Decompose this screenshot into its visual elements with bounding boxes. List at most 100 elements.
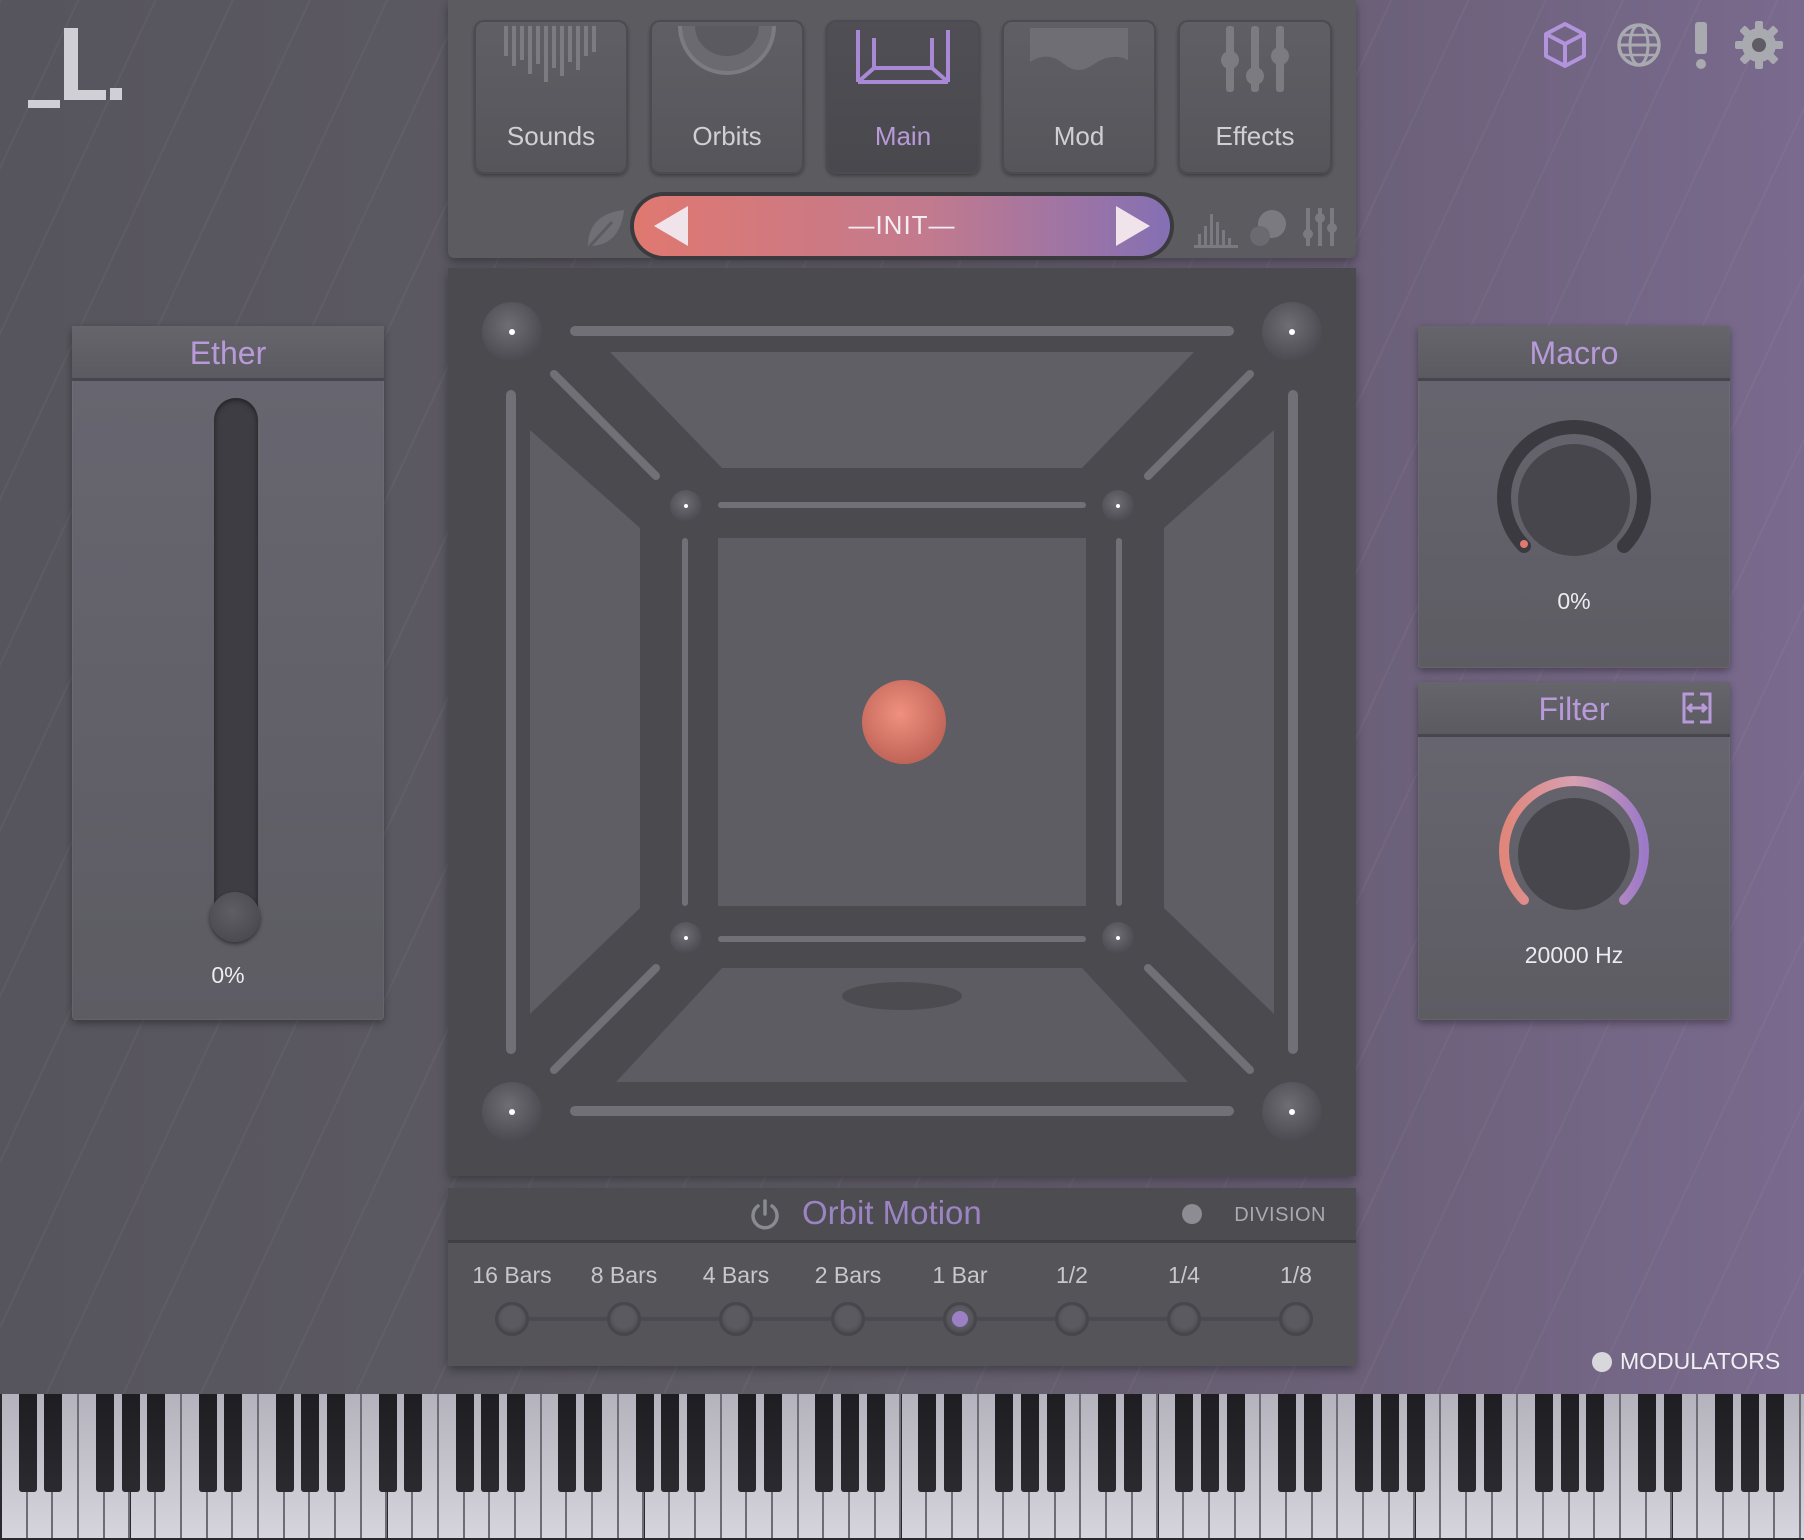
black-key[interactable] — [95, 1394, 114, 1492]
orbit-motion-panel: Orbit Motion DIVISION 16 Bars 8 Bars 4 Bar… — [448, 1188, 1356, 1366]
division-label: DIVISION — [1234, 1204, 1326, 1226]
black-key[interactable] — [481, 1394, 500, 1492]
black-key[interactable] — [1740, 1394, 1759, 1492]
black-key[interactable] — [1714, 1394, 1733, 1492]
tab-mod[interactable]: Mod — [1002, 20, 1156, 174]
division-step-radio[interactable] — [719, 1302, 753, 1336]
black-key[interactable] — [661, 1394, 680, 1492]
division-step-radio[interactable] — [1055, 1302, 1089, 1336]
black-key[interactable] — [1406, 1394, 1425, 1492]
black-key[interactable] — [275, 1394, 294, 1492]
cube-icon[interactable] — [1538, 18, 1592, 72]
black-key[interactable] — [18, 1394, 37, 1492]
division-step-radio[interactable] — [831, 1302, 865, 1336]
division-step-radio[interactable] — [1279, 1302, 1313, 1336]
black-key[interactable] — [1200, 1394, 1219, 1492]
piano-keyboard[interactable] — [0, 1394, 1804, 1540]
black-key[interactable] — [1278, 1394, 1296, 1492]
black-key[interactable] — [44, 1394, 63, 1492]
black-key[interactable] — [635, 1394, 654, 1492]
orbits-icon — [678, 25, 776, 75]
xy-pad-graphic — [482, 302, 1322, 1142]
black-key[interactable] — [1098, 1394, 1117, 1492]
tab-mod-label: Mod — [1053, 121, 1105, 151]
leaf-icon[interactable] — [582, 206, 628, 252]
black-key[interactable] — [841, 1394, 860, 1492]
alert-icon[interactable] — [1674, 18, 1728, 72]
division-step-radio[interactable] — [1167, 1302, 1201, 1336]
tab-main[interactable]: Main — [826, 20, 980, 174]
black-key[interactable] — [327, 1394, 346, 1492]
black-key[interactable] — [1535, 1394, 1553, 1492]
black-key[interactable] — [1457, 1394, 1476, 1492]
black-key[interactable] — [121, 1394, 140, 1492]
black-key[interactable] — [584, 1394, 603, 1492]
black-key[interactable] — [1766, 1394, 1785, 1492]
black-key[interactable] — [558, 1394, 577, 1492]
black-key[interactable] — [1123, 1394, 1142, 1492]
black-key[interactable] — [815, 1394, 834, 1492]
black-key[interactable] — [1663, 1394, 1682, 1492]
black-key[interactable] — [918, 1394, 937, 1492]
next-preset-button[interactable] — [1110, 204, 1154, 248]
gear-icon[interactable] — [1732, 18, 1786, 72]
division-step-label: 1/4 — [1168, 1262, 1200, 1288]
black-key[interactable] — [1303, 1394, 1322, 1492]
black-key[interactable] — [404, 1394, 423, 1492]
black-key[interactable] — [507, 1394, 525, 1492]
black-key[interactable] — [1586, 1394, 1605, 1492]
preset-name: —INIT— — [848, 210, 956, 240]
globe-icon[interactable] — [1612, 18, 1666, 72]
division-toggle[interactable] — [1182, 1204, 1202, 1224]
filter-link-icon[interactable] — [1680, 690, 1714, 726]
black-key[interactable] — [224, 1394, 243, 1492]
filter-knob[interactable] — [1494, 774, 1654, 934]
tab-orbits[interactable]: Orbits — [650, 20, 804, 174]
mixer-icon[interactable] — [1300, 206, 1340, 248]
tab-sounds[interactable]: Sounds — [474, 20, 628, 174]
black-key[interactable] — [378, 1394, 397, 1492]
division-step-radio[interactable] — [607, 1302, 641, 1336]
sounds-icon — [504, 26, 596, 82]
ether-panel: Ether 0% — [72, 326, 384, 1020]
black-key[interactable] — [1226, 1394, 1245, 1492]
macro-header: Macro — [1418, 326, 1730, 381]
black-key[interactable] — [1483, 1394, 1502, 1492]
black-key[interactable] — [1637, 1394, 1656, 1492]
black-key[interactable] — [147, 1394, 166, 1492]
ether-slider-track[interactable] — [214, 398, 258, 932]
power-icon[interactable] — [748, 1198, 782, 1232]
macro-knob[interactable] — [1494, 420, 1654, 580]
black-key[interactable] — [1021, 1394, 1039, 1492]
black-key[interactable] — [1380, 1394, 1399, 1492]
black-key[interactable] — [1046, 1394, 1065, 1492]
division-step-label: 16 Bars — [472, 1262, 552, 1288]
xy-pad[interactable] — [448, 268, 1356, 1176]
division-step-label: 1 Bar — [932, 1262, 988, 1288]
division-step-radio[interactable] — [943, 1302, 977, 1336]
black-key[interactable] — [866, 1394, 885, 1492]
orbit-orb[interactable] — [862, 680, 946, 764]
tab-sounds-label: Sounds — [506, 121, 596, 151]
black-key[interactable] — [1355, 1394, 1374, 1492]
black-key[interactable] — [738, 1394, 757, 1492]
division-step-radio[interactable] — [495, 1302, 529, 1336]
modulators-toggle[interactable] — [1592, 1352, 1612, 1372]
black-key[interactable] — [1175, 1394, 1194, 1492]
preset-selector[interactable]: —INIT— — [634, 196, 1170, 256]
tab-effects[interactable]: Effects — [1178, 20, 1332, 174]
black-key[interactable] — [455, 1394, 474, 1492]
black-key[interactable] — [198, 1394, 217, 1492]
division-step-label: 8 Bars — [590, 1262, 658, 1288]
black-key[interactable] — [301, 1394, 320, 1492]
black-key[interactable] — [764, 1394, 782, 1492]
ether-slider-handle[interactable] — [210, 892, 260, 942]
spectrum-icon[interactable] — [1194, 208, 1238, 248]
black-key[interactable] — [686, 1394, 705, 1492]
black-key[interactable] — [995, 1394, 1014, 1492]
black-key[interactable] — [1560, 1394, 1579, 1492]
filter-value: 20000 Hz — [1524, 942, 1624, 968]
orbit-shape-icon[interactable] — [1248, 206, 1290, 248]
black-key[interactable] — [943, 1394, 962, 1492]
tab-effects-label: Effects — [1215, 121, 1295, 151]
